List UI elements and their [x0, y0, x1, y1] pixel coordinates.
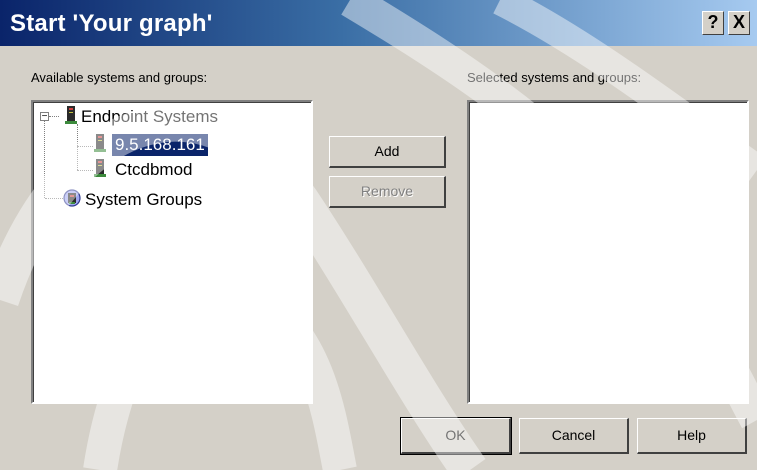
add-button[interactable]: Add — [329, 136, 446, 168]
question-icon: ? — [707, 12, 719, 32]
cancel-button-label: Cancel — [551, 427, 596, 443]
help-button-label: Help — [677, 427, 706, 443]
tree-label-9-5-168-161: 9.5.168.161 — [112, 134, 208, 156]
tree-connector — [77, 146, 93, 147]
title-bar: Start 'Your graph' ? X — [0, 0, 757, 46]
add-button-label: Add — [374, 143, 400, 159]
ok-button[interactable]: OK — [400, 417, 512, 455]
computer-tower-icon — [65, 106, 77, 124]
cancel-button[interactable]: Cancel — [519, 418, 629, 454]
dialog-title: Start 'Your graph' — [10, 10, 213, 37]
available-tree[interactable]: − Endpoint Systems 9.5.168.161 Ctcdbmod … — [31, 100, 313, 404]
tree-connector — [45, 198, 63, 199]
tree-label-ctcdbmod: Ctcdbmod — [115, 160, 193, 179]
tree-label-system-groups: System Groups — [85, 190, 203, 209]
selected-list[interactable] — [467, 100, 749, 404]
available-label: Available systems and groups: — [31, 70, 208, 85]
remove-button[interactable]: Remove — [329, 176, 446, 208]
tree-connector — [44, 121, 45, 198]
collapse-toggle[interactable]: − — [40, 112, 49, 122]
close-icon: X — [732, 12, 745, 32]
computer-tower-icon — [94, 159, 106, 177]
tree-connector — [77, 170, 93, 171]
tree-connector — [77, 124, 78, 170]
close-title-button[interactable]: X — [728, 11, 750, 35]
tree-label-endpoint-systems: Endpoint Systems — [81, 107, 219, 126]
remove-button-label: Remove — [360, 183, 414, 199]
tree-connector — [49, 116, 59, 117]
help-title-button[interactable]: ? — [702, 11, 724, 35]
computer-tower-icon — [94, 134, 106, 152]
selected-label: Selected systems and groups: — [467, 70, 642, 85]
help-button[interactable]: Help — [637, 418, 747, 454]
system-groups-icon — [63, 189, 81, 207]
ok-button-label: OK — [445, 427, 466, 443]
